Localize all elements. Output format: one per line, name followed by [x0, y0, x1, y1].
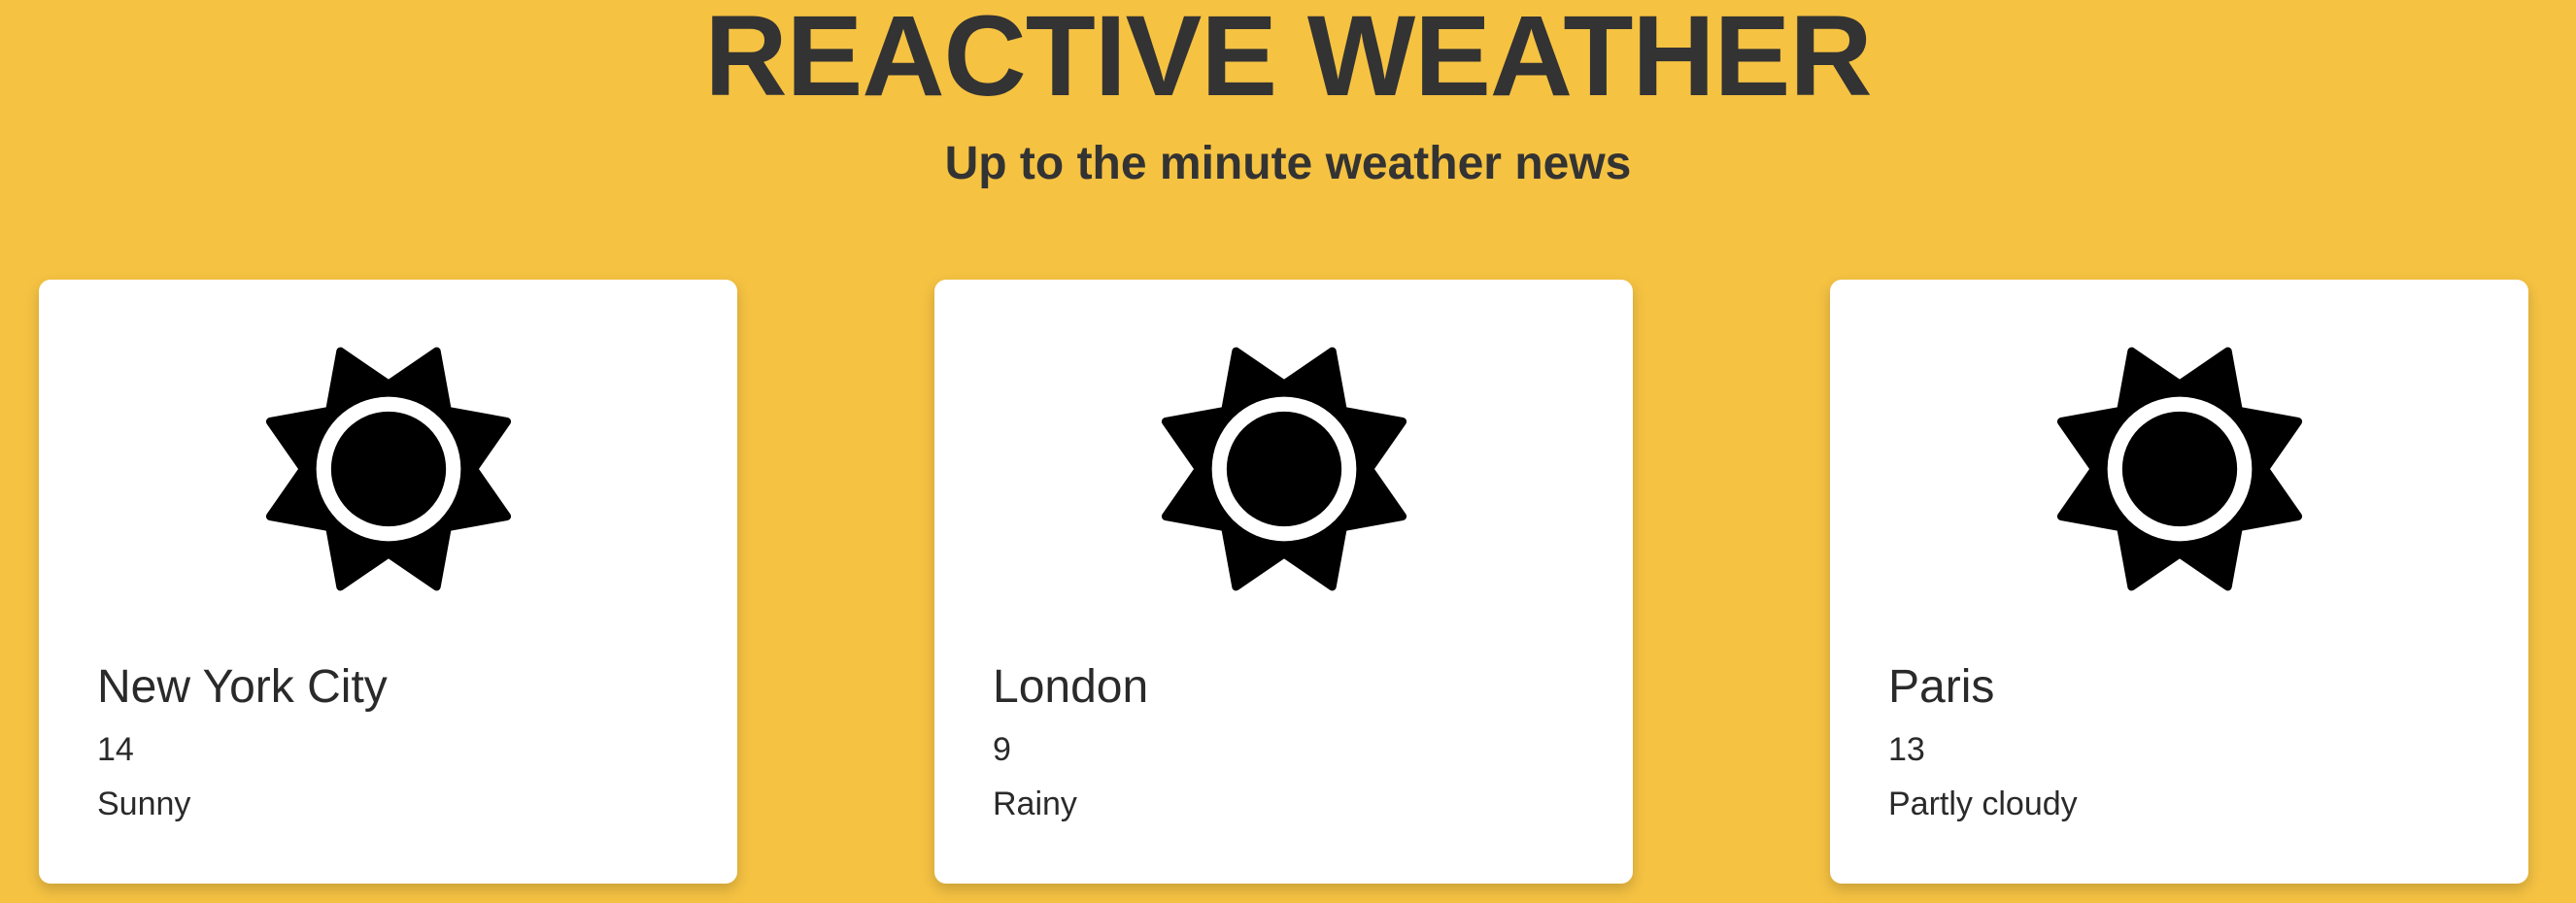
weather-condition: Rainy — [993, 786, 1077, 822]
weather-card-london: London 9 Rainy — [934, 280, 1633, 884]
weather-card-paris: Paris 13 Partly cloudy — [1830, 280, 2528, 884]
temperature-value: 14 — [97, 731, 134, 768]
city-name: London — [993, 661, 1149, 713]
temperature-value: 13 — [1888, 731, 1925, 768]
weather-card-new-york-city: New York City 14 Sunny — [39, 280, 737, 884]
weather-condition: Sunny — [97, 786, 191, 822]
sun-icon — [224, 305, 553, 633]
city-name: Paris — [1888, 661, 1995, 713]
weather-condition: Partly cloudy — [1888, 786, 2078, 822]
sun-icon — [2016, 305, 2344, 633]
city-name: New York City — [97, 661, 388, 713]
temperature-value: 9 — [993, 731, 1011, 768]
page-subtitle: Up to the minute weather news — [944, 138, 1632, 189]
weather-card-list: New York City 14 Sunny London 9 Rainy Pa… — [39, 280, 2531, 884]
sun-icon — [1120, 305, 1448, 633]
page-title: REACTIVE WEATHER — [704, 0, 1872, 120]
